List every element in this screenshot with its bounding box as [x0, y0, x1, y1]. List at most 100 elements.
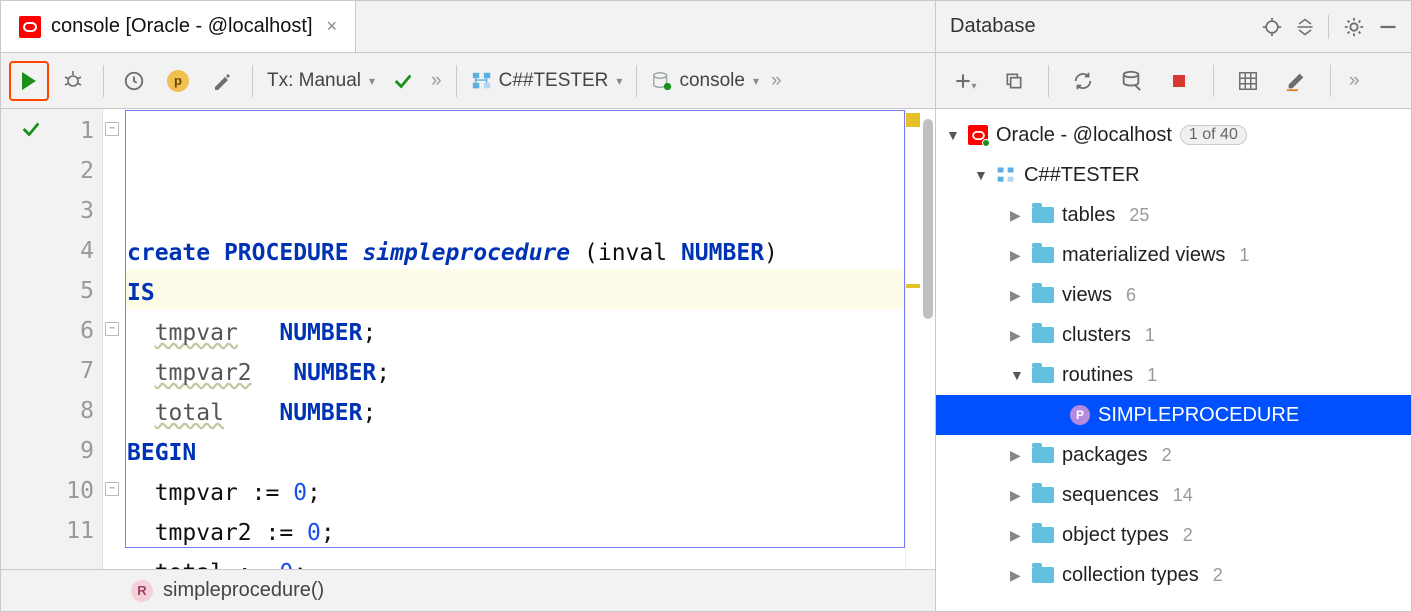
chevron-down-icon: ▾	[369, 74, 375, 88]
refresh-button[interactable]	[1063, 61, 1103, 101]
folder-node[interactable]: ▶clusters1	[936, 315, 1411, 355]
scrollbar[interactable]	[921, 109, 935, 569]
session-label: console	[679, 70, 745, 92]
tx-mode-label: Tx: Manual	[267, 70, 361, 92]
folder-icon	[1032, 447, 1054, 463]
filter-button[interactable]	[1111, 61, 1151, 101]
chevron-right-icon[interactable]: ▶	[1010, 527, 1024, 544]
code-line[interactable]: create PROCEDURE simpleprocedure (inval …	[125, 229, 905, 269]
tree-count: 2	[1162, 445, 1172, 466]
chevron-down-icon[interactable]: ▼	[946, 127, 960, 143]
tree-label: C##TESTER	[1024, 164, 1140, 187]
more-button[interactable]: »	[767, 70, 786, 92]
chevron-right-icon[interactable]: ▶	[1010, 247, 1024, 264]
tree-badge: 1 of 40	[1180, 125, 1247, 145]
tree-label: routines	[1062, 364, 1133, 387]
add-datasource-button[interactable]: ▾	[946, 61, 986, 101]
explain-button[interactable]: p	[158, 61, 198, 101]
folder-icon	[1032, 527, 1054, 543]
code-line[interactable]: tmpvar := 0;	[125, 469, 905, 509]
procedure-node[interactable]: ▶PSIMPLEPROCEDURE	[936, 395, 1411, 435]
line-number: 7	[1, 349, 94, 389]
line-number: 11	[1, 509, 94, 549]
code-area[interactable]: create PROCEDURE simpleprocedure (inval …	[125, 109, 905, 569]
run-button[interactable]	[9, 61, 49, 101]
line-number: 5	[1, 269, 94, 309]
schema-node[interactable]: ▼ C##TESTER	[936, 155, 1411, 195]
tree-label: tables	[1062, 204, 1115, 227]
folder-icon	[1032, 287, 1054, 303]
settings-button[interactable]	[202, 61, 242, 101]
oracle-icon	[968, 125, 988, 145]
db-tree[interactable]: ▼ Oracle - @localhost 1 of 40 ▼ C##TESTER ▶ ta…	[936, 109, 1411, 611]
chevron-down-icon: ▾	[753, 74, 759, 88]
folder-icon	[1032, 487, 1054, 503]
edit-button[interactable]	[1276, 61, 1316, 101]
chevron-right-icon[interactable]: ▶	[1010, 567, 1024, 584]
folder-node[interactable]: ▶tables25	[936, 195, 1411, 235]
hide-icon[interactable]	[1379, 18, 1397, 36]
duplicate-button[interactable]	[994, 61, 1034, 101]
fold-column[interactable]: − − −	[103, 109, 125, 569]
breadcrumb-bar: R simpleprocedure()	[1, 569, 935, 611]
tree-count: 1	[1145, 325, 1155, 346]
code-line[interactable]: tmpvar2 := 0;	[125, 509, 905, 549]
editor-toolbar: p Tx: Manual ▾ » C##TESTER ▾ console ▾ »	[1, 53, 935, 109]
code-line[interactable]: tmpvar2 NUMBER;	[125, 349, 905, 389]
close-icon[interactable]: ×	[327, 16, 338, 37]
folder-node-routines[interactable]: ▼routines1	[936, 355, 1411, 395]
chevron-right-icon[interactable]: ▶	[1010, 447, 1024, 464]
folder-node[interactable]: ▶collection types2	[936, 555, 1411, 595]
code-line[interactable]: BEGIN	[125, 429, 905, 469]
debug-button[interactable]	[53, 61, 93, 101]
editor-tab[interactable]: console [Oracle - @localhost] ×	[1, 1, 356, 52]
session-dropdown[interactable]: console ▾	[647, 70, 763, 92]
code-line[interactable]: total NUMBER;	[125, 389, 905, 429]
folder-node[interactable]: ▶views6	[936, 275, 1411, 315]
chevron-right-icon[interactable]: ▶	[1010, 327, 1024, 344]
stop-button[interactable]	[1159, 61, 1199, 101]
breadcrumb[interactable]: simpleprocedure()	[163, 579, 324, 602]
code-line[interactable]: IS	[125, 269, 905, 309]
folder-node[interactable]: ▶sequences14	[936, 475, 1411, 515]
chevron-right-icon[interactable]: ▶	[1010, 487, 1024, 504]
datasource-node[interactable]: ▼ Oracle - @localhost 1 of 40	[936, 115, 1411, 155]
fold-toggle[interactable]: −	[105, 482, 119, 496]
tree-label: collection types	[1062, 564, 1199, 587]
chevron-down-icon: ▾	[616, 74, 622, 88]
fold-toggle[interactable]: −	[105, 122, 119, 136]
tab-title: console [Oracle - @localhost]	[51, 15, 313, 38]
folder-node[interactable]: ▶ packages 2	[936, 435, 1411, 475]
target-icon[interactable]	[1262, 17, 1282, 37]
folder-icon	[1032, 567, 1054, 583]
chevron-down-icon[interactable]: ▼	[1010, 367, 1024, 383]
collapse-icon[interactable]	[1296, 18, 1314, 36]
line-gutter: 1234567891011	[1, 109, 103, 569]
tree-label: Oracle - @localhost	[996, 124, 1172, 147]
schema-icon	[471, 70, 493, 92]
table-view-button[interactable]	[1228, 61, 1268, 101]
chevron-right-icon[interactable]: ▶	[1010, 207, 1024, 224]
gear-icon[interactable]	[1343, 16, 1365, 38]
more-button[interactable]: »	[427, 70, 446, 92]
code-editor[interactable]: 1234567891011 − − − create PROCEDURE simpl…	[1, 109, 935, 569]
folder-node[interactable]: ▶ materialized views 1	[936, 235, 1411, 275]
tree-count: 1	[1239, 245, 1249, 266]
db-tool-header: Database	[936, 1, 1411, 53]
more-button[interactable]: »	[1345, 70, 1364, 92]
history-button[interactable]	[114, 61, 154, 101]
schema-label: C##TESTER	[499, 70, 609, 92]
folder-icon	[1032, 247, 1054, 263]
tx-mode-dropdown[interactable]: Tx: Manual ▾	[263, 70, 379, 92]
commit-button[interactable]	[383, 61, 423, 101]
tree-label: materialized views	[1062, 244, 1225, 267]
folder-node[interactable]: ▶object types2	[936, 515, 1411, 555]
code-line[interactable]: tmpvar NUMBER;	[125, 309, 905, 349]
schema-dropdown[interactable]: C##TESTER ▾	[467, 70, 627, 92]
chevron-down-icon[interactable]: ▼	[974, 167, 988, 183]
tree-label: packages	[1062, 444, 1148, 467]
fold-toggle[interactable]: −	[105, 322, 119, 336]
chevron-right-icon[interactable]: ▶	[1010, 287, 1024, 304]
folder-icon	[1032, 207, 1054, 223]
scroll-thumb[interactable]	[923, 119, 933, 319]
